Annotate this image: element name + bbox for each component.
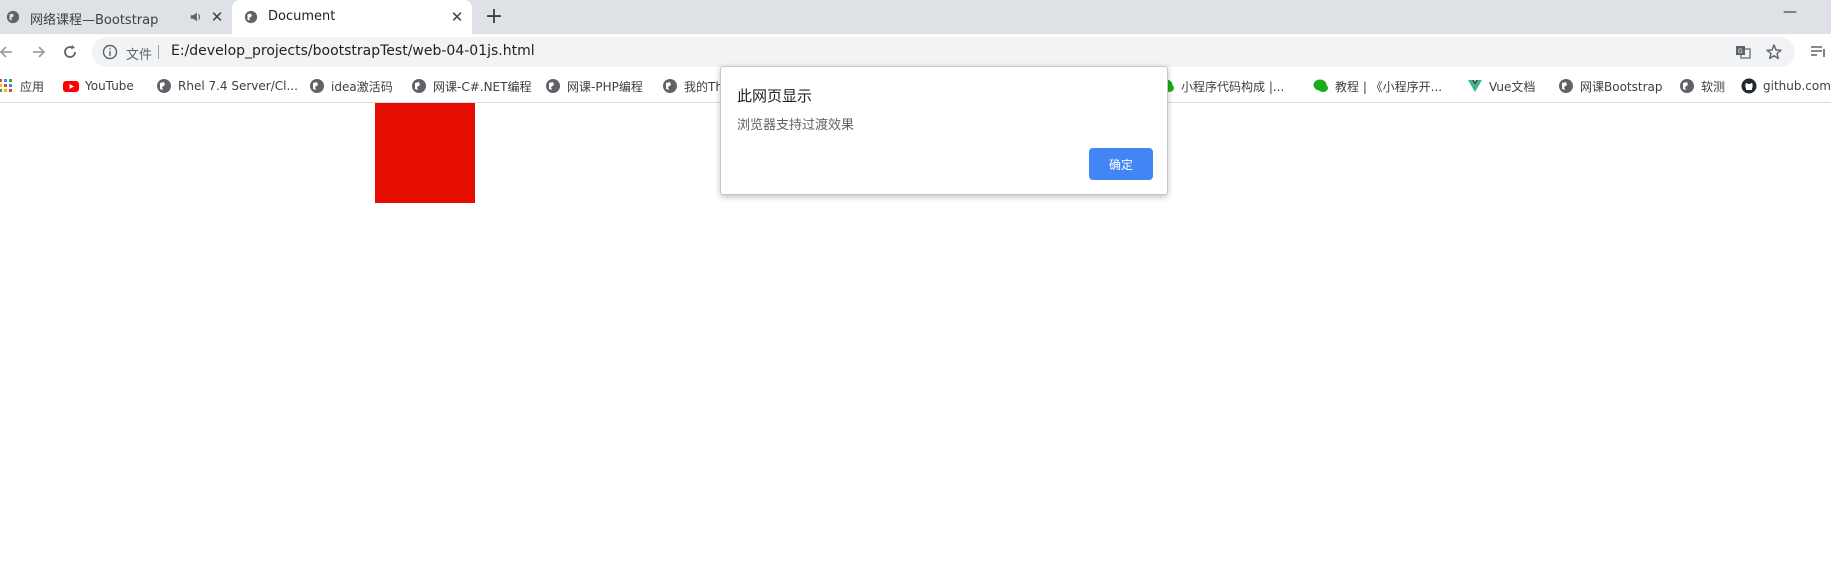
globe-icon — [1680, 79, 1694, 93]
bookmark-label: Rhel 7.4 Server/Cl... — [178, 79, 298, 93]
bookmark-my[interactable]: 我的Th — [662, 76, 723, 96]
speaker-icon[interactable] — [189, 10, 203, 24]
globe-icon — [157, 79, 171, 93]
globe-icon — [1559, 79, 1573, 93]
bookmark-apps[interactable]: 应用 — [0, 76, 44, 96]
bookmark-testing[interactable]: 软测 — [1679, 76, 1725, 96]
reload-icon[interactable] — [60, 42, 80, 62]
svg-text:G: G — [1738, 48, 1743, 55]
bookmark-csharp[interactable]: 网课-C#.NET编程 — [411, 76, 531, 96]
minimize-icon[interactable]: — — [1783, 4, 1799, 20]
translate-icon[interactable]: G — [1735, 44, 1751, 60]
bookmark-label: 网课-C#.NET编程 — [433, 79, 532, 94]
globe-icon — [546, 79, 560, 93]
globe-icon — [310, 79, 324, 93]
red-square — [375, 103, 475, 203]
ok-button[interactable]: 确定 — [1089, 148, 1153, 180]
bookmark-star-icon[interactable] — [1765, 43, 1783, 61]
bookmark-vue-docs[interactable]: Vue文档 — [1467, 76, 1535, 96]
forward-icon[interactable] — [29, 42, 49, 62]
alert-dialog: 此网页显示 浏览器支持过渡效果 确定 — [720, 66, 1168, 195]
info-icon[interactable] — [102, 44, 118, 60]
globe-icon — [6, 10, 20, 24]
bookmark-label: 网课-PHP编程 — [567, 79, 643, 94]
globe-icon — [244, 10, 258, 24]
back-icon[interactable] — [0, 42, 16, 62]
file-scheme-label: 文件 — [126, 48, 153, 63]
vue-icon — [1468, 80, 1482, 92]
url-text[interactable]: E:/develop_projects/bootstrapTest/web-04… — [171, 43, 535, 59]
bookmark-label: 网课Bootstrap — [1580, 79, 1663, 94]
github-icon — [1741, 78, 1757, 94]
bookmark-miniprogram-code[interactable]: 小程序代码构成 |... — [1159, 76, 1284, 96]
dialog-message: 浏览器支持过渡效果 — [737, 118, 855, 133]
bookmark-miniprogram-tutorial[interactable]: 教程 | 《小程序开... — [1313, 76, 1442, 96]
globe-icon — [663, 79, 677, 93]
bookmark-label: 教程 | 《小程序开... — [1335, 79, 1443, 94]
bookmark-label: idea激活码 — [331, 79, 393, 94]
bookmark-bootstrap[interactable]: 网课Bootstrap — [1558, 76, 1662, 96]
new-tab-button[interactable]: + — [484, 6, 504, 28]
tab-document[interactable]: Document ✕ — [232, 0, 472, 34]
bookmark-php[interactable]: 网课-PHP编程 — [545, 76, 643, 96]
bookmark-label: 软测 — [1701, 79, 1726, 94]
tab-strip: 网络课程—Bootstrap ✕ Document ✕ + — — [0, 0, 1831, 34]
dialog-title: 此网页显示 — [737, 87, 813, 105]
tab-title: Document — [268, 9, 336, 24]
bookmark-label: YouTube — [85, 79, 134, 93]
bookmark-label: 应用 — [20, 79, 45, 94]
close-icon[interactable]: ✕ — [208, 8, 226, 26]
wechat-icon — [1313, 79, 1328, 92]
bookmark-label: github.com — [1763, 79, 1831, 93]
divider — [158, 45, 159, 59]
bookmark-idea[interactable]: idea激活码 — [309, 76, 393, 96]
close-icon[interactable]: ✕ — [448, 8, 466, 26]
bookmark-label: Vue文档 — [1489, 79, 1536, 94]
bookmark-youtube[interactable]: YouTube — [63, 76, 134, 96]
youtube-icon — [63, 81, 79, 92]
browser-toolbar: 文件 E:/develop_projects/bootstrapTest/web… — [0, 34, 1831, 70]
globe-icon — [412, 79, 426, 93]
bookmark-rhel[interactable]: Rhel 7.4 Server/Cl... — [156, 76, 298, 96]
bookmark-label: 我的Th — [684, 79, 723, 94]
apps-grid-icon — [0, 79, 12, 92]
reading-list-icon[interactable] — [1809, 43, 1827, 61]
bookmark-label: 小程序代码构成 |... — [1181, 79, 1285, 94]
address-bar[interactable]: 文件 E:/develop_projects/bootstrapTest/web… — [92, 37, 1795, 67]
tab-title: 网络课程—Bootstrap — [30, 13, 159, 28]
tab-bootstrap-course[interactable]: 网络课程—Bootstrap ✕ — [0, 0, 232, 34]
bookmark-github[interactable]: github.com — [1741, 76, 1831, 96]
